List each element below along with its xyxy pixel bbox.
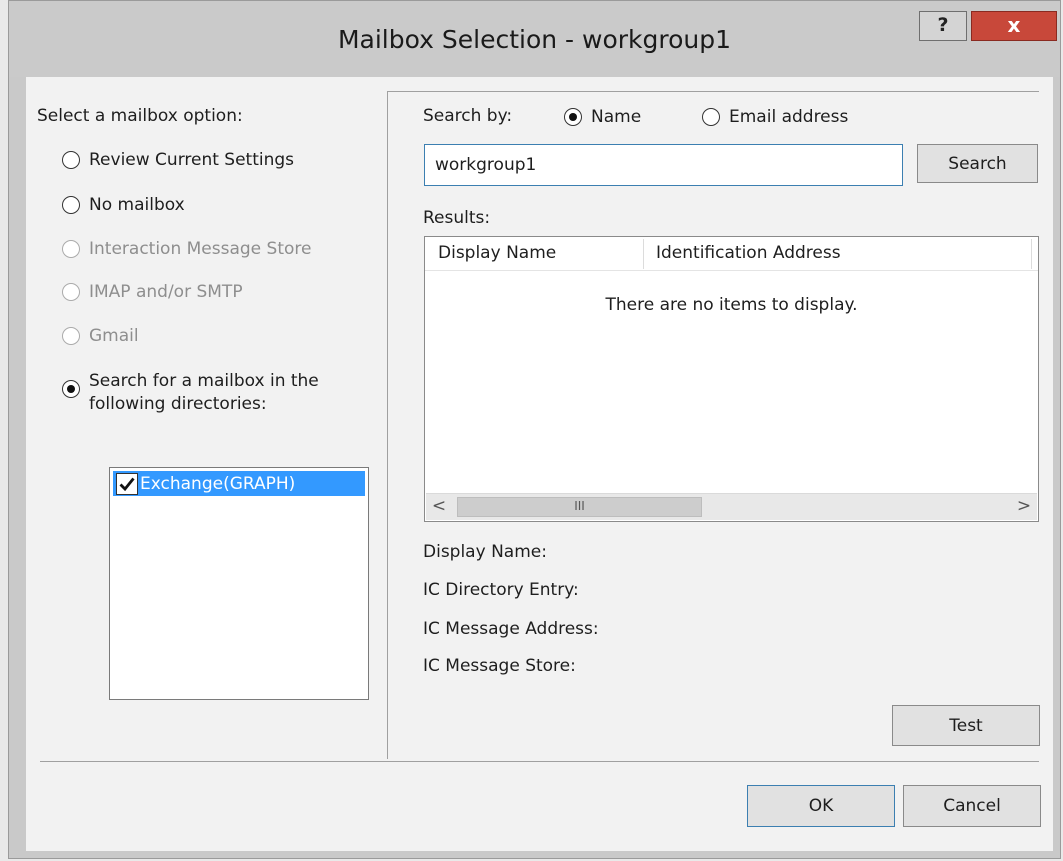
- empty-results-message: There are no items to display.: [605, 295, 858, 315]
- radio-label: Review Current Settings: [89, 150, 295, 170]
- radio-label: Name: [591, 107, 642, 127]
- radio-indicator: [62, 151, 80, 169]
- radio-review-current-settings[interactable]: Review Current Settings: [62, 150, 294, 170]
- radio-indicator: [62, 283, 80, 301]
- search-by-label: Search by:: [423, 106, 513, 126]
- dialog-title: Mailbox Selection - workgroup1: [337, 25, 732, 54]
- results-label: Results:: [423, 208, 491, 228]
- radio-label-line-1: Search for a mailbox in the: [89, 371, 319, 391]
- checkmark-icon: [119, 477, 135, 491]
- radio-search-by-email[interactable]: Email address: [702, 107, 848, 127]
- title-bar: Mailbox Selection - workgroup1 ? x: [9, 1, 1060, 77]
- cancel-button[interactable]: Cancel: [903, 785, 1041, 827]
- vertical-divider: [387, 91, 388, 759]
- scrollbar-thumb[interactable]: III: [457, 497, 702, 517]
- radio-label: Gmail: [89, 326, 139, 346]
- radio-label-line-2: following directories:: [89, 394, 267, 414]
- radio-label: Search for a mailbox in the following di…: [89, 370, 319, 416]
- radio-gmail: Gmail: [62, 326, 139, 346]
- radio-indicator-selected: [62, 380, 80, 398]
- directory-label: Exchange(GRAPH): [140, 473, 296, 494]
- mailbox-selection-dialog: Mailbox Selection - workgroup1 ? x Selec…: [8, 0, 1061, 859]
- radio-label: Interaction Message Store: [89, 239, 312, 259]
- help-button[interactable]: ?: [919, 11, 967, 41]
- radio-label: No mailbox: [89, 195, 185, 215]
- top-divider: [387, 91, 1039, 92]
- radio-search-directories[interactable]: Search for a mailbox in the following di…: [62, 370, 319, 416]
- horizontal-scrollbar[interactable]: < III >: [426, 493, 1037, 520]
- search-button[interactable]: Search: [917, 144, 1038, 183]
- directory-item-exchange[interactable]: Exchange(GRAPH): [113, 471, 365, 496]
- column-header-display-name[interactable]: Display Name: [425, 237, 643, 270]
- results-header: Display Name Identification Address: [425, 237, 1038, 271]
- horizontal-divider: [40, 761, 1039, 762]
- scroll-right-arrow-icon[interactable]: >: [1011, 494, 1037, 520]
- column-header-identification-address[interactable]: Identification Address: [643, 237, 1031, 270]
- radio-no-mailbox[interactable]: No mailbox: [62, 195, 185, 215]
- scroll-left-arrow-icon[interactable]: <: [426, 494, 452, 520]
- directory-checkbox[interactable]: [116, 472, 138, 495]
- radio-indicator: [702, 108, 720, 126]
- column-separator[interactable]: [1031, 239, 1032, 269]
- ic-message-store-label: IC Message Store:: [423, 656, 576, 676]
- radio-indicator: [62, 196, 80, 214]
- dialog-body: Select a mailbox option: Review Current …: [26, 77, 1053, 851]
- mailbox-option-heading: Select a mailbox option:: [37, 106, 243, 126]
- test-button[interactable]: Test: [892, 705, 1040, 746]
- radio-label: IMAP and/or SMTP: [89, 282, 243, 302]
- ic-message-address-label: IC Message Address:: [423, 619, 599, 639]
- display-name-label: Display Name:: [423, 542, 547, 562]
- radio-indicator: [62, 240, 80, 258]
- search-input[interactable]: [424, 144, 903, 186]
- radio-search-by-name[interactable]: Name: [564, 107, 641, 127]
- radio-imap-smtp: IMAP and/or SMTP: [62, 282, 243, 302]
- ic-directory-entry-label: IC Directory Entry:: [423, 580, 579, 600]
- directory-list[interactable]: Exchange(GRAPH): [109, 467, 369, 700]
- radio-interaction-message-store: Interaction Message Store: [62, 239, 311, 259]
- close-button[interactable]: x: [971, 11, 1057, 41]
- radio-indicator: [62, 327, 80, 345]
- radio-indicator-selected: [564, 108, 582, 126]
- ok-button[interactable]: OK: [747, 785, 895, 827]
- radio-label: Email address: [729, 107, 849, 127]
- results-list[interactable]: Display Name Identification Address Ther…: [424, 236, 1039, 522]
